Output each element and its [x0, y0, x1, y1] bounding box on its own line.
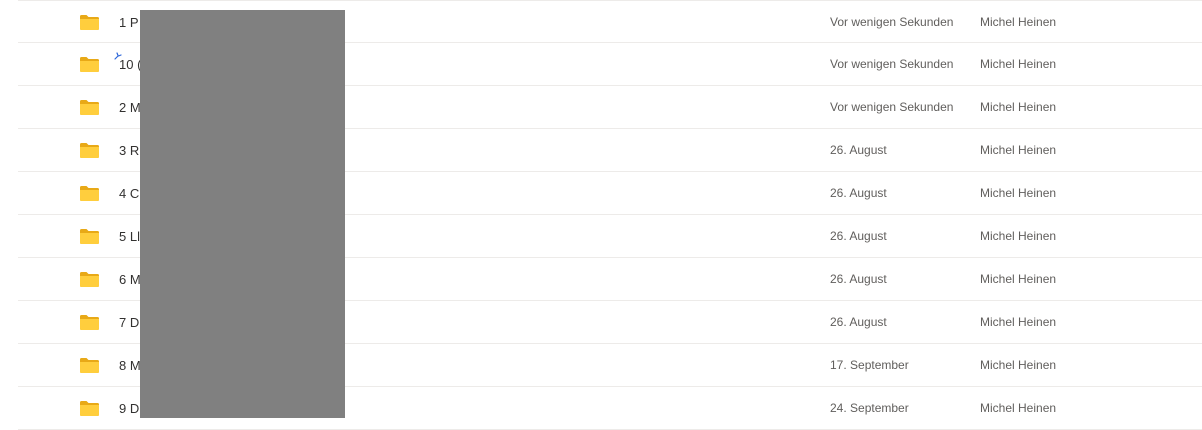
- item-modified-by: Michel Heinen: [980, 143, 1057, 157]
- item-modified: 26. August: [830, 272, 887, 286]
- item-modified: Vor wenigen Sekunden: [830, 100, 954, 114]
- folder-icon: [80, 229, 99, 244]
- redaction-block: [140, 10, 345, 418]
- item-name[interactable]: 8 M: [119, 344, 141, 387]
- item-modified: 24. September: [830, 401, 909, 415]
- folder-icon: [80, 143, 99, 158]
- item-name[interactable]: 6 M: [119, 258, 141, 301]
- folder-icon: [80, 100, 99, 115]
- folder-icon: [80, 315, 99, 330]
- folder-icon: [80, 186, 99, 201]
- item-name[interactable]: 1 P: [119, 1, 139, 44]
- folder-icon: [80, 401, 99, 416]
- folder-icon: [80, 272, 99, 287]
- item-modified: 26. August: [830, 229, 887, 243]
- item-modified-by: Michel Heinen: [980, 15, 1057, 29]
- item-name[interactable]: 5 Ll: [119, 215, 140, 258]
- item-modified: 17. September: [830, 358, 909, 372]
- item-modified-by: Michel Heinen: [980, 100, 1057, 114]
- item-name[interactable]: 3 R: [119, 129, 139, 172]
- item-name[interactable]: 2 M: [119, 86, 141, 129]
- item-modified: 26. August: [830, 186, 887, 200]
- item-modified-by: Michel Heinen: [980, 186, 1057, 200]
- item-modified-by: Michel Heinen: [980, 358, 1057, 372]
- item-name[interactable]: 4 C: [119, 172, 139, 215]
- item-modified: Vor wenigen Sekunden: [830, 57, 954, 71]
- item-modified-by: Michel Heinen: [980, 401, 1057, 415]
- item-name[interactable]: 10 (: [119, 43, 141, 86]
- item-modified: Vor wenigen Sekunden: [830, 15, 954, 29]
- item-modified-by: Michel Heinen: [980, 57, 1057, 71]
- folder-icon: [80, 15, 99, 30]
- folder-icon: [80, 358, 99, 373]
- item-modified: 26. August: [830, 143, 887, 157]
- item-modified-by: Michel Heinen: [980, 272, 1057, 286]
- item-modified: 26. August: [830, 315, 887, 329]
- item-modified-by: Michel Heinen: [980, 315, 1057, 329]
- item-name[interactable]: 9 D: [119, 387, 139, 430]
- folder-icon: [80, 57, 99, 72]
- item-name[interactable]: 7 D: [119, 301, 139, 344]
- item-modified-by: Michel Heinen: [980, 229, 1057, 243]
